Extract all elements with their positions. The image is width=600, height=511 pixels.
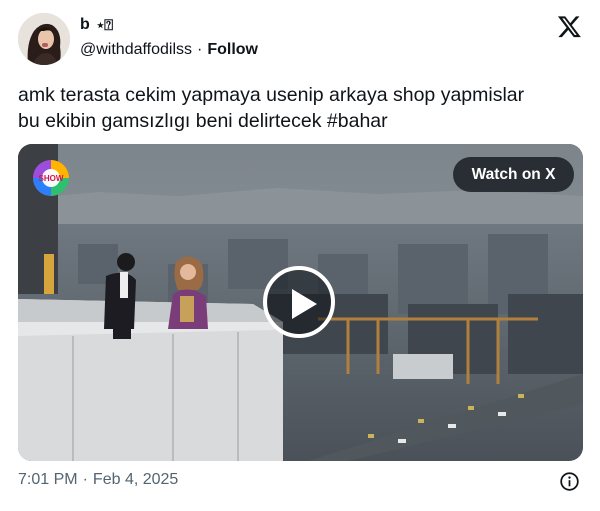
avatar-image bbox=[18, 13, 70, 65]
follow-button[interactable]: Follow bbox=[207, 41, 258, 59]
tweet-card: b ⋆⍰ @withdaffodilss · Follow amk terast… bbox=[0, 0, 600, 511]
timestamp-separator: · bbox=[82, 471, 88, 488]
author-handle[interactable]: @withdaffodilss bbox=[80, 41, 192, 59]
play-icon bbox=[292, 289, 317, 319]
info-icon[interactable] bbox=[559, 471, 580, 492]
handle-separator: · bbox=[197, 41, 203, 58]
video-player[interactable]: SHOW Watch on X bbox=[18, 144, 583, 461]
show-logo-text: SHOW bbox=[39, 174, 64, 183]
watch-on-x-button[interactable]: Watch on X bbox=[453, 157, 574, 192]
play-button[interactable] bbox=[263, 266, 335, 338]
show-channel-logo: SHOW bbox=[33, 160, 69, 196]
tweet-text-line: amk terasta cekim yapmaya usenip arkaya … bbox=[18, 84, 525, 106]
avatar[interactable] bbox=[18, 13, 70, 65]
hashtag-link[interactable]: #bahar bbox=[327, 110, 388, 132]
tweet-time: 7:01 PM bbox=[18, 471, 78, 488]
tweet-text-body: bu ekibin gamsızlıgı beni delirtecek bbox=[18, 110, 327, 132]
author-name-row[interactable]: b ⋆⍰ bbox=[80, 16, 113, 34]
tweet-date: Feb 4, 2025 bbox=[92, 471, 179, 488]
tweet-text-line: bu ekibin gamsızlıgı beni delirtecek #ba… bbox=[18, 108, 583, 134]
tweet-text: amk terasta cekim yapmaya usenip arkaya … bbox=[18, 82, 583, 134]
author-name[interactable]: b bbox=[80, 16, 90, 34]
author-handle-row: @withdaffodilss · Follow bbox=[80, 41, 258, 59]
tweet-timestamp[interactable]: 7:01 PM · Feb 4, 2025 bbox=[18, 471, 178, 489]
author-name-decoration: ⋆⍰ bbox=[95, 17, 113, 34]
x-logo-icon[interactable] bbox=[557, 14, 582, 39]
